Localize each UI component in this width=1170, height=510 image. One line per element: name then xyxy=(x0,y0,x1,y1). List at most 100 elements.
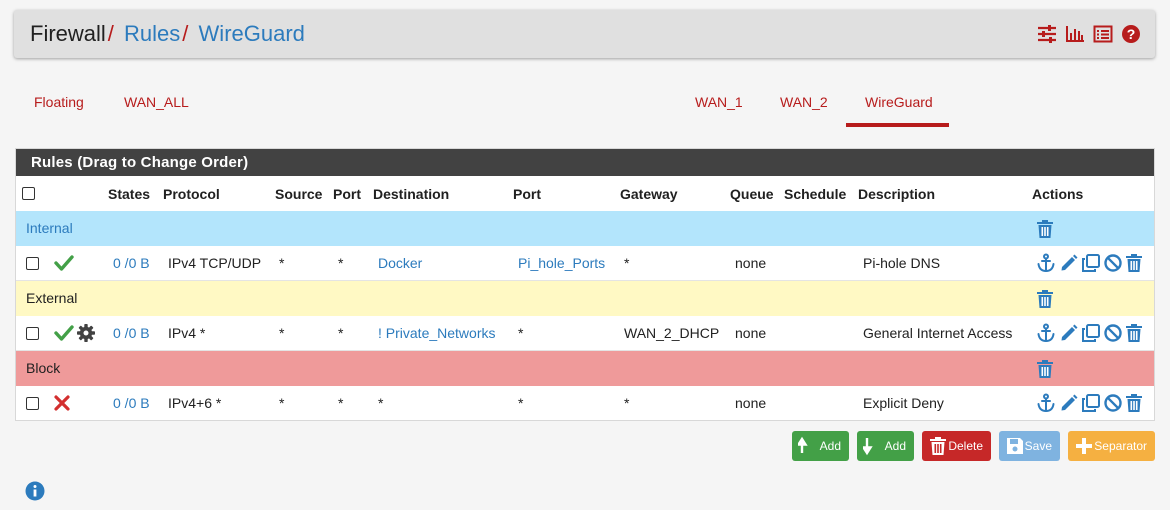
row-checkbox[interactable] xyxy=(26,327,39,340)
source-port-cell: * xyxy=(338,325,344,341)
save-label: Save xyxy=(1024,439,1052,453)
breadcrumb-wireguard-link[interactable]: WireGuard xyxy=(199,21,305,46)
separator-label: Separator xyxy=(1094,439,1147,453)
queue-cell: none xyxy=(735,325,767,341)
disable-icon[interactable] xyxy=(1103,253,1123,273)
tab-wan-1[interactable]: WAN_1 xyxy=(695,94,743,110)
arrow-down-icon xyxy=(863,438,873,456)
copy-icon[interactable] xyxy=(1081,323,1101,343)
arrow-up-icon xyxy=(798,436,808,453)
column-header-destination-port[interactable]: Port xyxy=(513,186,541,202)
pass-check-icon[interactable] xyxy=(54,254,74,272)
tab-wireguard[interactable]: WireGuard xyxy=(865,94,933,110)
add-top-label: Add xyxy=(819,439,841,453)
source-cell: * xyxy=(279,395,285,411)
trash-icon[interactable] xyxy=(1035,219,1055,239)
column-header-protocol[interactable]: Protocol xyxy=(163,186,220,202)
queue-cell: none xyxy=(735,255,767,271)
delete-label: Delete xyxy=(948,439,983,453)
queue-cell: none xyxy=(735,395,767,411)
destination-port-cell: * xyxy=(518,395,524,411)
add-bottom-label: Add xyxy=(884,439,906,453)
column-header-actions: Actions xyxy=(1032,186,1084,202)
select-all-checkbox[interactable] xyxy=(22,187,35,200)
page-header: Firewall/ Rules/ WireGuard ? xyxy=(14,10,1155,58)
table-header: States Protocol Source Port Destination … xyxy=(16,176,1154,212)
add-separator-button[interactable]: Separator xyxy=(1068,431,1155,461)
add-rule-bottom-button[interactable]: Add xyxy=(857,431,914,461)
add-rule-top-button[interactable]: Add xyxy=(792,431,849,461)
column-header-gateway[interactable]: Gateway xyxy=(620,186,678,202)
separator-row-internal[interactable]: Internal xyxy=(16,211,1154,246)
plus-icon xyxy=(1076,438,1092,454)
destination-link[interactable]: Docker xyxy=(378,255,422,271)
anchor-icon[interactable] xyxy=(1036,253,1056,273)
copy-icon[interactable] xyxy=(1081,253,1101,273)
gateway-cell: WAN_2_DHCP xyxy=(624,325,720,341)
separator-row-external[interactable]: External xyxy=(16,281,1154,316)
description-cell: Pi-hole DNS xyxy=(863,255,941,271)
destination-port-link[interactable]: Pi_hole_Ports xyxy=(518,255,605,271)
source-port-cell: * xyxy=(338,395,344,411)
tab-floating[interactable]: Floating xyxy=(34,94,84,110)
breadcrumb-rules-link[interactable]: Rules xyxy=(124,21,180,46)
disable-icon[interactable] xyxy=(1103,323,1123,343)
breadcrumb-separator: / xyxy=(182,21,189,46)
tab-wan-all[interactable]: WAN_ALL xyxy=(124,94,189,110)
floppy-disk-icon xyxy=(1007,438,1023,454)
anchor-icon[interactable] xyxy=(1036,393,1056,413)
trash-icon[interactable] xyxy=(1124,323,1144,343)
pencil-icon[interactable] xyxy=(1059,323,1079,343)
protocol-cell: IPv4+6 * xyxy=(168,395,222,411)
description-cell: General Internet Access xyxy=(863,325,1013,341)
source-cell: * xyxy=(279,325,285,341)
trash-icon[interactable] xyxy=(1035,359,1055,379)
separator-label: External xyxy=(26,290,78,306)
column-header-source[interactable]: Source xyxy=(275,186,322,202)
description-cell: Explicit Deny xyxy=(863,395,944,411)
column-header-schedule[interactable]: Schedule xyxy=(784,186,846,202)
list-icon[interactable] xyxy=(1093,24,1113,44)
protocol-cell: IPv4 * xyxy=(168,325,206,341)
delete-button[interactable]: Delete xyxy=(922,431,991,461)
pencil-icon[interactable] xyxy=(1059,393,1079,413)
disable-icon[interactable] xyxy=(1103,393,1123,413)
pass-check-icon[interactable] xyxy=(54,324,74,342)
trash-icon[interactable] xyxy=(1124,253,1144,273)
bar-chart-icon[interactable] xyxy=(1065,24,1085,44)
table-row[interactable]: 0 /0 B IPv4+6 * * * * * * none Explicit … xyxy=(16,386,1154,420)
help-icon[interactable]: ? xyxy=(1121,24,1141,44)
tab-wan-2[interactable]: WAN_2 xyxy=(780,94,828,110)
destination-cell: * xyxy=(378,395,384,411)
gear-icon xyxy=(77,324,95,342)
states-link[interactable]: 0 /0 B xyxy=(113,395,150,411)
column-header-destination[interactable]: Destination xyxy=(373,186,449,202)
trash-icon[interactable] xyxy=(1124,393,1144,413)
anchor-icon[interactable] xyxy=(1036,323,1056,343)
row-checkbox[interactable] xyxy=(26,397,39,410)
rules-panel: Rules (Drag to Change Order) States Prot… xyxy=(15,148,1155,421)
destination-port-cell: * xyxy=(518,325,524,341)
column-header-source-port[interactable]: Port xyxy=(333,186,361,202)
info-icon[interactable] xyxy=(25,481,45,501)
table-row[interactable]: 0 /0 B IPv4 TCP/UDP * * Docker Pi_hole_P… xyxy=(16,246,1154,281)
copy-icon[interactable] xyxy=(1081,393,1101,413)
states-link[interactable]: 0 /0 B xyxy=(113,325,150,341)
destination-link[interactable]: ! Private_Networks xyxy=(378,325,495,341)
column-header-queue[interactable]: Queue xyxy=(730,186,774,202)
svg-text:?: ? xyxy=(1127,26,1136,42)
gateway-cell: * xyxy=(624,395,630,411)
table-row[interactable]: 0 /0 B IPv4 * * * ! Private_Networks * W… xyxy=(16,316,1154,351)
sliders-icon[interactable] xyxy=(1037,24,1057,44)
separator-row-block[interactable]: Block xyxy=(16,351,1154,386)
pencil-icon[interactable] xyxy=(1059,253,1079,273)
trash-icon[interactable] xyxy=(1035,289,1055,309)
column-header-states[interactable]: States xyxy=(108,186,150,202)
block-x-icon[interactable] xyxy=(54,395,70,411)
row-checkbox[interactable] xyxy=(26,257,39,270)
states-link[interactable]: 0 /0 B xyxy=(113,255,150,271)
column-header-description[interactable]: Description xyxy=(858,186,935,202)
save-button[interactable]: Save xyxy=(999,431,1060,461)
panel-title: Rules (Drag to Change Order) xyxy=(16,149,1154,176)
protocol-cell: IPv4 TCP/UDP xyxy=(168,255,262,271)
